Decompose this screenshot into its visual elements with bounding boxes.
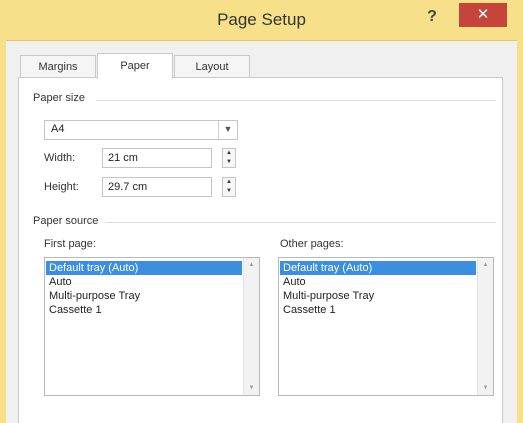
height-stepper[interactable]: ▲ ▼ (222, 177, 236, 197)
scroll-up-icon[interactable]: ▲ (478, 258, 493, 272)
paper-source-group-label: Paper source (33, 215, 99, 227)
list-item[interactable]: Multi-purpose Tray (46, 289, 242, 303)
triangle-up-icon[interactable]: ▲ (223, 178, 235, 187)
list-item[interactable]: Default tray (Auto) (280, 261, 476, 275)
window-frame-right (517, 40, 523, 423)
tab-margins[interactable]: Margins (20, 55, 96, 77)
dialog-title: Page Setup (217, 10, 306, 29)
triangle-down-icon[interactable]: ▼ (223, 158, 235, 167)
list-item[interactable]: Cassette 1 (46, 303, 242, 317)
list-item[interactable]: Auto (46, 275, 242, 289)
paper-size-value: A4 (51, 123, 65, 135)
paper-size-dropdown[interactable]: A4 ▼ (44, 120, 238, 140)
tab-layout[interactable]: Layout (174, 55, 250, 77)
other-pages-label: Other pages: (280, 238, 344, 250)
list-item[interactable]: Cassette 1 (280, 303, 476, 317)
scroll-down-icon[interactable]: ▼ (244, 381, 259, 395)
width-field[interactable]: 21 cm (102, 148, 212, 168)
triangle-down-icon[interactable]: ▼ (223, 187, 235, 196)
width-label: Width: (44, 152, 76, 164)
close-button[interactable]: ✕ (459, 3, 507, 27)
help-button[interactable]: ? (420, 6, 444, 30)
height-label: Height: (44, 181, 79, 193)
list-item[interactable]: Multi-purpose Tray (280, 289, 476, 303)
width-stepper[interactable]: ▲ ▼ (222, 148, 236, 168)
chevron-down-icon: ▼ (218, 121, 237, 139)
close-icon: ✕ (476, 6, 490, 23)
window-frame-left (0, 40, 6, 423)
list-item[interactable]: Auto (280, 275, 476, 289)
first-page-list[interactable]: Default tray (Auto) Auto Multi-purpose T… (44, 257, 260, 396)
list-item[interactable]: Default tray (Auto) (46, 261, 242, 275)
other-pages-list[interactable]: Default tray (Auto) Auto Multi-purpose T… (278, 257, 494, 396)
divider (105, 222, 496, 223)
tab-paper[interactable]: Paper (97, 53, 173, 79)
triangle-up-icon[interactable]: ▲ (223, 149, 235, 158)
divider (96, 100, 496, 101)
first-page-label: First page: (44, 238, 96, 250)
scroll-up-icon[interactable]: ▲ (244, 258, 259, 272)
scrollbar[interactable]: ▲ ▼ (243, 258, 259, 395)
scroll-down-icon[interactable]: ▼ (478, 381, 493, 395)
scrollbar[interactable]: ▲ ▼ (477, 258, 493, 395)
paper-size-group-label: Paper size (33, 92, 85, 104)
height-field[interactable]: 29.7 cm (102, 177, 212, 197)
